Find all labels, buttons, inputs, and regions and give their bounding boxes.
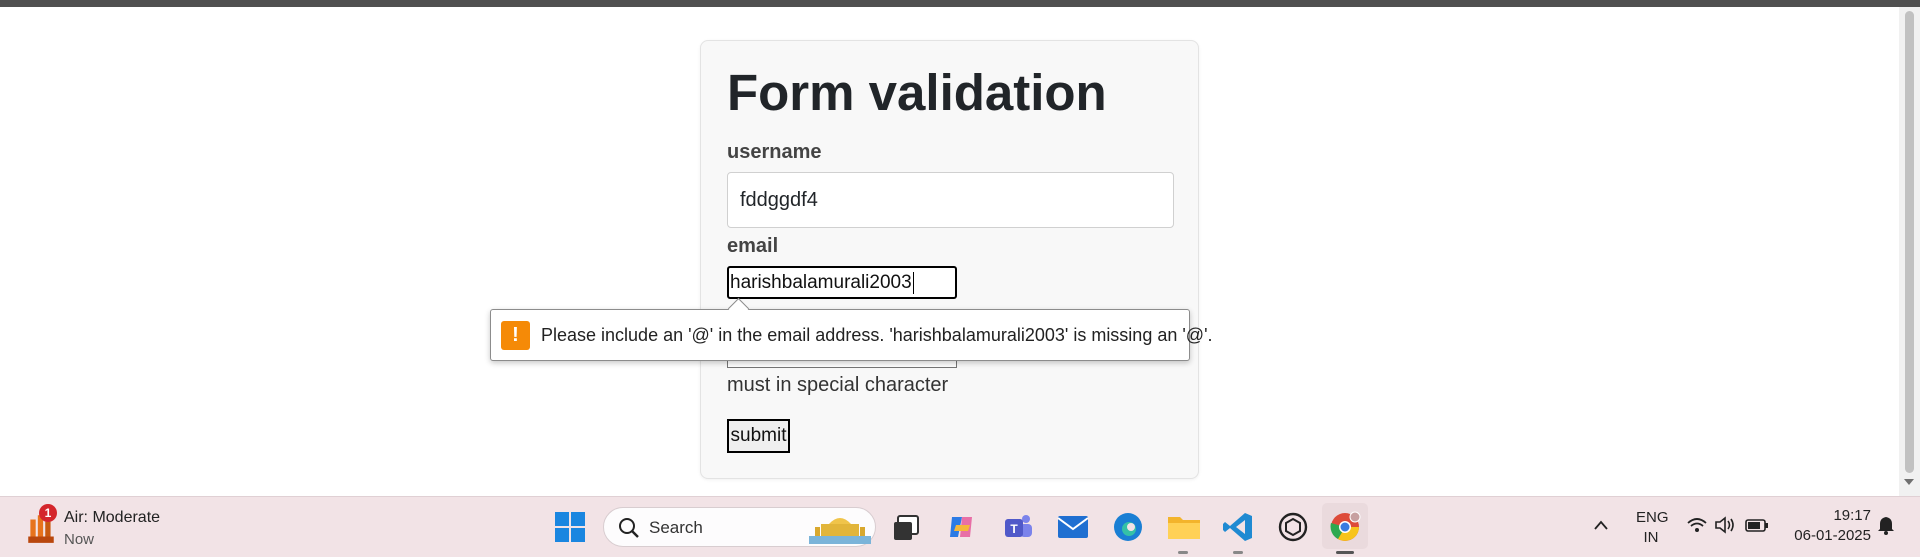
email-label: email (727, 235, 779, 257)
email-input[interactable]: harishbalamurali2003 (727, 266, 957, 299)
form-card: Form validation username fddggdf4 email … (700, 40, 1199, 479)
validation-message: Please include an '@' in the email addre… (541, 325, 1213, 345)
weather-title: Air: Moderate (64, 509, 161, 526)
task-view-icon[interactable] (892, 514, 920, 542)
vertical-scrollbar[interactable] (1899, 7, 1920, 496)
search-placeholder: Search (649, 518, 703, 537)
submit-button[interactable]: submit (727, 419, 790, 453)
password-hint: must in special character (727, 374, 949, 396)
taskbar: 1 Air: Moderate Now Search T ENG IN 19:1… (0, 496, 1920, 557)
username-input[interactable]: fddggdf4 (727, 172, 1174, 228)
battery-icon[interactable] (1745, 517, 1769, 533)
weather-widget[interactable]: 1 Air: Moderate Now (20, 501, 170, 553)
username-label: username (727, 141, 822, 163)
language-line2: IN (1643, 529, 1659, 546)
chevron-up-icon[interactable] (1593, 519, 1609, 531)
mail-icon[interactable] (1057, 513, 1089, 541)
teams-icon[interactable]: T (1002, 511, 1034, 543)
taskbar-search-box[interactable]: Search (603, 507, 876, 547)
svg-text:T: T (1010, 522, 1018, 536)
page-title: Form validation (727, 64, 1107, 121)
wifi-icon[interactable] (1686, 516, 1708, 534)
browser-top-bar (0, 0, 1920, 7)
clock[interactable]: 19:17 06-01-2025 (1775, 507, 1871, 544)
language-line1: ENG (1636, 509, 1669, 526)
language-indicator[interactable]: ENG IN (1636, 509, 1669, 546)
edge-icon[interactable] (1112, 511, 1144, 543)
running-indicator (1178, 551, 1188, 554)
file-explorer-icon[interactable] (1167, 513, 1201, 541)
running-indicator (1233, 551, 1243, 554)
notification-bell-icon[interactable] (1877, 515, 1895, 535)
notification-badge: 1 (39, 504, 57, 522)
chrome-active-tile[interactable] (1322, 503, 1368, 549)
chrome-icon (1330, 511, 1361, 541)
scroll-down-arrow-icon[interactable] (1904, 479, 1914, 485)
golden-temple-icon (809, 518, 871, 544)
validation-tooltip: ! Please include an '@' in the email add… (490, 297, 1213, 361)
email-input-value: harishbalamurali2003 (730, 272, 912, 293)
warning-icon: ! (501, 321, 530, 350)
clock-time: 19:17 (1833, 507, 1871, 524)
text-caret (912, 271, 914, 294)
search-icon (619, 518, 639, 538)
clock-date: 06-01-2025 (1794, 527, 1871, 544)
scrollbar-thumb[interactable] (1905, 11, 1914, 473)
active-indicator (1336, 551, 1354, 554)
volume-icon[interactable] (1714, 516, 1736, 534)
page-viewport: Form validation username fddggdf4 email … (0, 7, 1899, 496)
weather-subtitle: Now (64, 531, 95, 548)
vscode-icon[interactable] (1222, 511, 1254, 543)
chatgpt-icon[interactable] (1277, 511, 1309, 543)
copilot-icon[interactable] (946, 511, 978, 543)
windows-start-icon[interactable] (555, 512, 585, 542)
